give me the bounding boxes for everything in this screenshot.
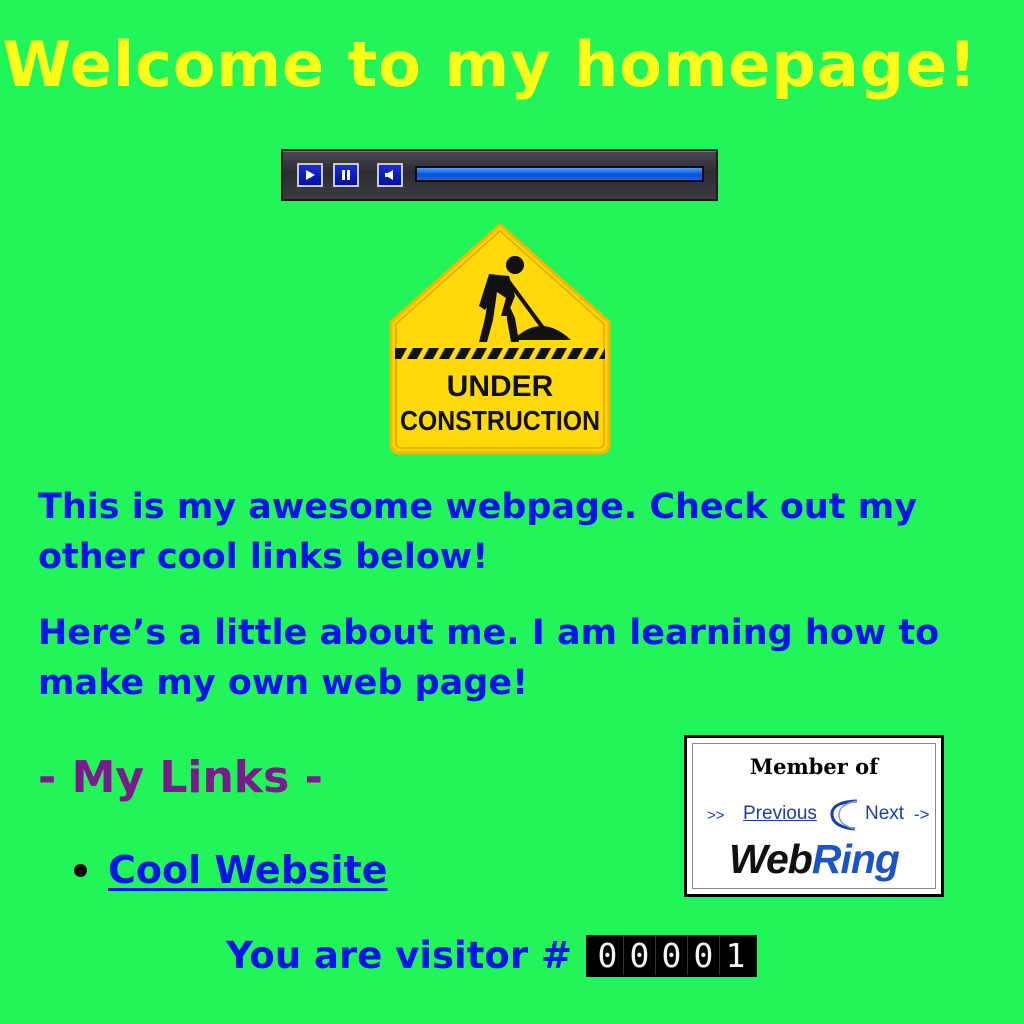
links-list: Cool Website xyxy=(74,848,387,892)
pause-icon xyxy=(342,170,350,180)
webring-previous-link[interactable]: Previous xyxy=(743,803,817,825)
visitor-counter-row: You are visitor # 0 0 0 0 1 xyxy=(226,934,757,977)
webring-next-link[interactable]: Next xyxy=(865,803,904,825)
mute-button[interactable] xyxy=(377,163,403,187)
cool-website-link[interactable]: Cool Website xyxy=(108,848,387,892)
counter-digit: 0 xyxy=(656,936,688,975)
webring-logo: WebRing xyxy=(693,836,935,883)
list-item: Cool Website xyxy=(74,848,387,892)
bullet-icon xyxy=(74,863,87,877)
visitor-counter: 0 0 0 0 1 xyxy=(585,934,757,977)
webring-logo-web: Web xyxy=(729,836,813,882)
webring-arrows-left: >> xyxy=(707,807,725,824)
webring-arrow-right: -> xyxy=(914,805,930,824)
about-paragraph: Here’s a little about me. I am learning … xyxy=(38,613,940,703)
under-construction-sign: UNDER CONSTRUCTION xyxy=(385,222,615,456)
intro-paragraph: This is my awesome webpage. Check out my… xyxy=(38,487,918,577)
webring-nav: >> Previous Next -> xyxy=(703,799,933,831)
sign-line-1: UNDER xyxy=(447,370,554,403)
counter-digit: 0 xyxy=(624,936,656,975)
webring-badge: Member of >> Previous Next -> WebRing xyxy=(684,735,944,897)
seek-bar[interactable] xyxy=(415,166,704,182)
speaker-icon xyxy=(385,170,393,180)
visitor-label: You are visitor # xyxy=(226,934,572,977)
seek-bar-fill xyxy=(417,168,702,180)
counter-digit: 0 xyxy=(592,936,624,975)
sign-line-2: CONSTRUCTION xyxy=(400,405,600,436)
page-title: Welcome to my homepage! xyxy=(2,28,978,101)
webring-member-text: Member of xyxy=(749,754,879,779)
counter-digit: 1 xyxy=(725,936,746,975)
pause-button[interactable] xyxy=(333,163,359,187)
webring-logo-ring: Ring xyxy=(811,836,900,882)
webring-inner-frame: Member of >> Previous Next -> WebRing xyxy=(692,743,936,889)
links-heading: - My Links - xyxy=(38,752,323,803)
play-button[interactable] xyxy=(297,163,323,187)
play-icon xyxy=(306,170,315,180)
media-player xyxy=(281,149,718,201)
counter-digit: 0 xyxy=(688,936,720,975)
